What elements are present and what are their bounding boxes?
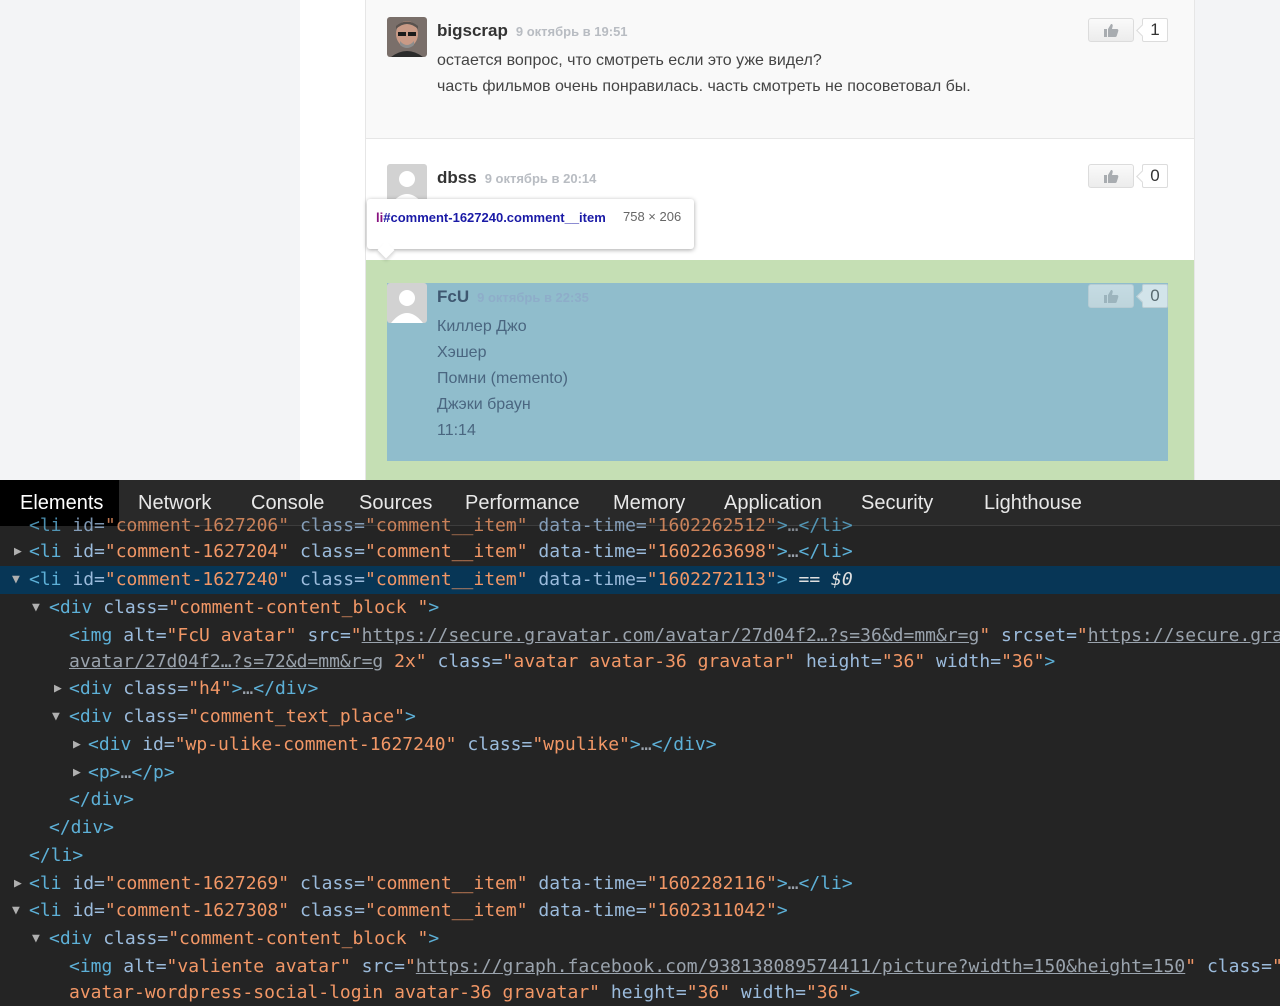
comment-item: bigscrap 9 октябрь в 19:51 остается вопро… <box>366 0 1194 139</box>
comment-author[interactable]: FcU 9 октябрь в 22:35 <box>437 287 589 307</box>
dom-node[interactable]: ▶ <li id="comment-1627204" class="comment… <box>0 538 1280 566</box>
comment-line: Хэшер <box>437 344 487 361</box>
comment-date: 9 октябрь в 22:35 <box>477 290 589 305</box>
dom-node-continued: avatar/27d04f2…?s=72&d=mm&r=g 2x" class=… <box>69 651 1056 672</box>
avatar[interactable] <box>387 283 427 323</box>
inspect-tooltip: li#comment-1627240.comment__item 758 × 2… <box>367 199 694 249</box>
comment-date: 9 октябрь в 19:51 <box>515 24 628 39</box>
dom-node[interactable]: </div> <box>0 786 1280 814</box>
dom-node[interactable]: <img alt="valiente avatar" src="https://… <box>0 953 1280 981</box>
dom-node[interactable]: </div> <box>0 814 1280 842</box>
comment-line: 11:14 <box>437 422 476 439</box>
like-count: 0 <box>1142 284 1168 308</box>
avatar[interactable] <box>387 164 427 204</box>
thumbs-up-icon <box>1104 290 1119 303</box>
dom-node[interactable]: ▶ <p>…</p> <box>0 759 1280 787</box>
dom-node[interactable]: </li> <box>0 842 1280 870</box>
comment-line: Джэки браун <box>437 396 531 413</box>
like-count: 0 <box>1142 164 1168 188</box>
dom-node[interactable]: ▼ <div class="comment-content_block "> <box>0 925 1280 953</box>
comment-author[interactable]: bigscrap 9 октябрь в 19:51 <box>437 21 628 41</box>
like-button[interactable] <box>1088 164 1134 188</box>
dom-tree: <li id="comment-1627206" class="comment_… <box>0 515 1280 1006</box>
dom-node[interactable]: ▶ <div class="h4">…</div> <box>0 675 1280 703</box>
tooltip-size: 758 × 206 <box>623 209 682 224</box>
like-button[interactable] <box>1088 284 1134 308</box>
tooltip-selector: li#comment-1627240.comment__item <box>376 210 606 225</box>
dom-node[interactable]: ▶ <li id="comment-1627269" class="comment… <box>0 870 1280 898</box>
dom-node[interactable]: ▼ <li id="comment-1627308" class="comment… <box>0 897 1280 925</box>
like-button[interactable] <box>1088 18 1134 42</box>
dom-node[interactable]: ▼ <div class="comment_text_place"> <box>0 703 1280 731</box>
devtools-panel: Elements Network Console Sources Perform… <box>0 480 1280 1006</box>
comment-text: остается вопрос, что смотреть если это у… <box>437 48 971 100</box>
comment-item-highlighted: FcU 9 октябрь в 22:35 Киллер Джо Хэшер По… <box>366 260 1194 480</box>
comment-author[interactable]: dbss 9 октябрь в 20:14 <box>437 168 596 188</box>
comment-line: Помни (memento) <box>437 370 568 387</box>
dom-node[interactable]: <img alt="FcU avatar" src="https://secur… <box>0 622 1280 650</box>
comment-line: Киллер Джо <box>437 318 527 335</box>
comment-date: 9 октябрь в 20:14 <box>484 171 597 186</box>
thumbs-up-icon <box>1104 24 1119 37</box>
comment-line: часть фильмов очень понравилась. часть с… <box>437 78 971 95</box>
dom-node-selected[interactable]: ▼ <li id="comment-1627240" class="comment… <box>0 566 1280 594</box>
dom-node[interactable]: ▼ <div class="comment-content_block "> <box>0 594 1280 622</box>
thumbs-up-icon <box>1104 170 1119 183</box>
like-count: 1 <box>1142 18 1168 42</box>
comment-text: Киллер Джо Хэшер Помни (memento) Джэки б… <box>437 314 568 444</box>
avatar[interactable] <box>387 17 427 57</box>
dom-node-continued: avatar-wordpress-social-login avatar-36 … <box>69 982 861 1003</box>
dom-node[interactable]: <li id="comment-1627206" class="comment_… <box>29 512 1280 540</box>
dom-node[interactable]: ▶ <div id="wp-ulike-comment-1627240" clas… <box>0 731 1280 759</box>
comment-line: остается вопрос, что смотреть если это у… <box>437 52 822 69</box>
